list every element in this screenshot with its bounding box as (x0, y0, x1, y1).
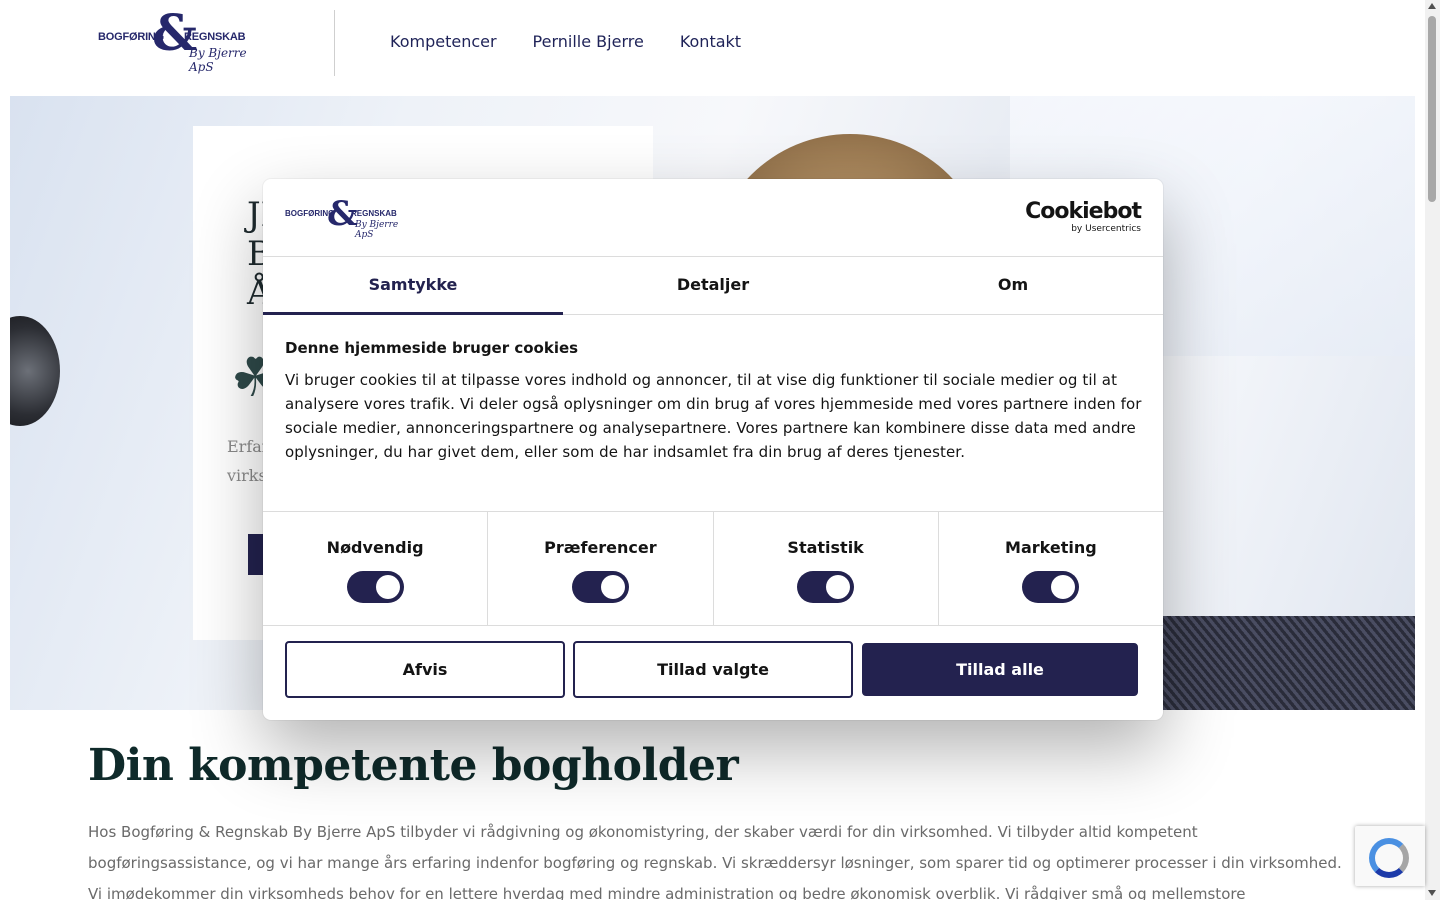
cookie-dialog-text: Vi bruger cookies til at tilpasse vores … (285, 371, 1142, 461)
cookie-dialog-header: BOGFØRING & REGNSKAB By Bjerre ApS Cooki… (263, 179, 1163, 257)
cookie-consent-dialog: BOGFØRING & REGNSKAB By Bjerre ApS Cooki… (263, 179, 1163, 720)
tab-detaljer[interactable]: Detaljer (563, 257, 863, 314)
category-necessary: Nødvendig (263, 512, 489, 625)
nav-link-kontakt[interactable]: Kontakt (680, 32, 741, 51)
site-header: BOGFØRING & REGNSKAB By Bjerre ApS Kompe… (0, 0, 1425, 96)
category-preferences: Præferencer (488, 512, 714, 625)
page-scrollbar[interactable] (1425, 0, 1440, 900)
toggle-knob (826, 575, 851, 599)
toggle-statistics[interactable] (797, 571, 855, 603)
allow-all-button[interactable]: Tillad alle (862, 643, 1138, 696)
toggle-necessary[interactable] (346, 571, 404, 603)
cookie-dialog-body: Denne hjemmeside bruger cookies Vi bruge… (285, 339, 1145, 464)
category-statistics: Statistik (714, 512, 939, 625)
recaptcha-icon (1369, 838, 1409, 878)
cookie-dialog-title: Denne hjemmeside bruger cookies (285, 339, 579, 357)
toggle-knob (1051, 575, 1076, 599)
allow-selected-button[interactable]: Tillad valgte (573, 641, 853, 698)
tab-om[interactable]: Om (863, 257, 1163, 314)
tab-samtykke[interactable]: Samtykke (263, 257, 563, 315)
category-label: Statistik (787, 538, 864, 557)
deny-button[interactable]: Afvis (285, 641, 565, 698)
category-label: Marketing (1005, 538, 1097, 557)
cookie-dialog-tabs: Samtykke Detaljer Om (263, 257, 1163, 315)
nav-link-kompetencer[interactable]: Kompetencer (390, 32, 497, 51)
scrollbar-thumb[interactable] (1428, 16, 1436, 202)
page-title: Din kompetente bogholder (88, 740, 739, 791)
recaptcha-badge[interactable] (1355, 826, 1425, 886)
header-divider (334, 10, 335, 76)
cookie-dialog-logo: BOGFØRING & REGNSKAB By Bjerre ApS (285, 197, 415, 240)
main-nav: Kompetencer Pernille Bjerre Kontakt (390, 32, 741, 51)
toggle-marketing[interactable] (1022, 571, 1080, 603)
category-marketing: Marketing (939, 512, 1163, 625)
category-label: Præferencer (544, 538, 657, 557)
hero-background-chair (1129, 616, 1415, 710)
toggle-knob (600, 575, 625, 599)
cookiebot-logo[interactable]: Cookiebot by Usercentrics (1025, 199, 1142, 235)
cookiebot-brand-name: Cookiebot (1025, 199, 1142, 224)
logo-text-regnskab: REGNSKAB (184, 31, 246, 43)
toggle-preferences[interactable] (571, 571, 629, 603)
scroll-up-arrow-icon[interactable] (1428, 3, 1436, 9)
cookie-dialog-buttons: Afvis Tillad valgte Tillad alle (285, 641, 1138, 698)
logo-text-by-bjerre: By Bjerre ApS (189, 46, 247, 74)
toggle-knob (375, 575, 400, 599)
hero-background-lamp (10, 316, 60, 426)
cookiebot-brand-sub: by Usercentrics (1071, 224, 1141, 234)
logo-text-by-bjerre: By Bjerre ApS (355, 220, 399, 240)
site-logo[interactable]: BOGFØRING & REGNSKAB By Bjerre ApS (96, 8, 261, 75)
intro-paragraph: Hos Bogføring & Regnskab By Bjerre ApS t… (88, 823, 1342, 900)
nav-link-pernille-bjerre[interactable]: Pernille Bjerre (533, 32, 644, 51)
category-label: Nødvendig (326, 538, 424, 557)
scroll-down-arrow-icon[interactable] (1428, 890, 1436, 896)
logo-text-regnskab: REGNSKAB (351, 209, 397, 218)
cookie-category-toggles: Nødvendig Præferencer Statistik Marketin… (263, 511, 1163, 626)
